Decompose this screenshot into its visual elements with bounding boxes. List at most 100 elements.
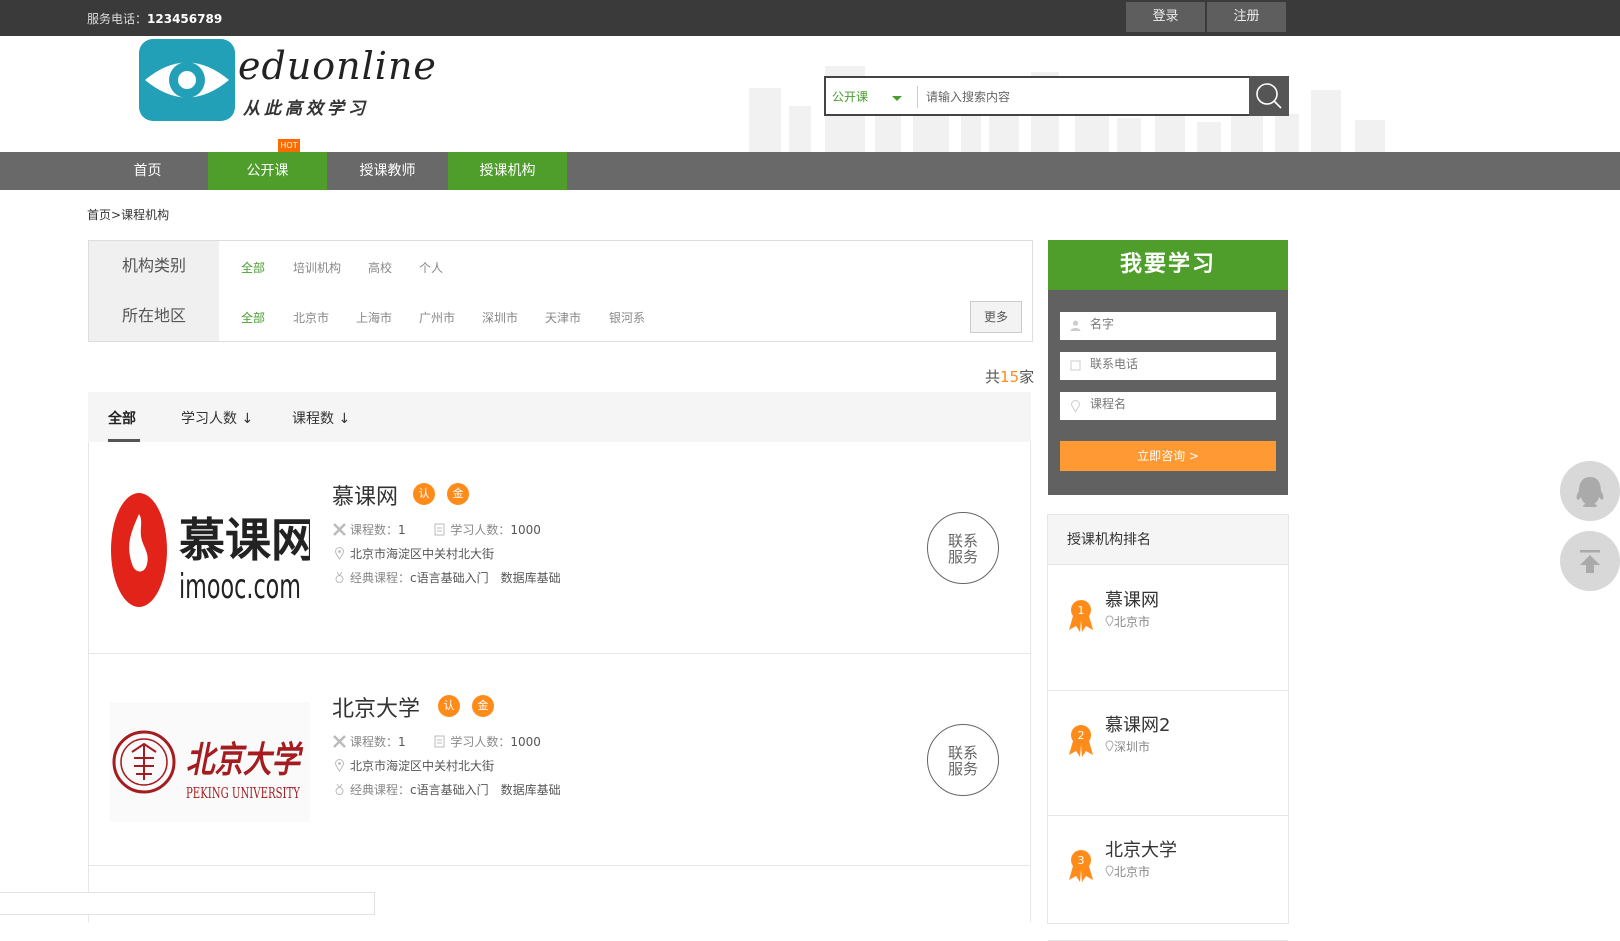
filter-type-individual[interactable]: 个人 [419,259,443,276]
nav-item-teachers[interactable]: 授课教师 [328,152,447,190]
filter-region-all[interactable]: 全部 [241,309,265,326]
top-bar: 服务电话：123456789 登录 注册 [0,0,1620,36]
ranking-city: 北京市 [1105,613,1150,630]
chevron-down-icon[interactable] [892,96,902,101]
tab-sort-students[interactable]: 学习人数 ↓ [181,408,253,428]
location-pin-icon [1105,615,1114,627]
ranking-name[interactable]: 北京大学 [1105,836,1177,862]
back-to-top-button[interactable] [1560,531,1620,591]
ranking-item[interactable]: 1 慕课网 北京市 [1048,566,1288,691]
filter-region-shanghai[interactable]: 上海市 [356,309,392,326]
result-count: 共15家 [985,368,1035,386]
filter-type-training[interactable]: 培训机构 [293,259,341,276]
breadcrumb: 首页>课程机构 [87,206,169,223]
imooc-logo-domain: imooc.com [179,567,301,607]
study-form: 我要学习 立即咨询 > [1048,240,1288,495]
medal-icon [335,783,344,795]
gold-badge-icon: 金 [447,483,469,505]
ranking-name[interactable]: 慕课网 [1105,586,1159,612]
institution-list: 慕课网 imooc.com 慕课网 认 金 课程数：1 学习人数：1000 北京… [88,442,1031,922]
name-field[interactable] [1060,312,1276,340]
user-icon [1070,320,1081,331]
register-button[interactable]: 注册 [1207,2,1286,32]
course-icon [333,735,346,748]
institution-name[interactable]: 北京大学 [332,691,420,723]
pku-logo-english: PEKING UNIVERSITY [186,784,301,802]
header: eduonline 从此高效学习 公开课 [0,36,1620,152]
institution-ranking: 授课机构排名 1 慕课网 北京市 2 慕课网2 深圳市 3 北京大学 北京市 [1047,514,1289,941]
classic-course-link[interactable]: c语言基础入门 [410,571,489,585]
classic-course-link[interactable]: c语言基础入门 [410,783,489,797]
institution-name[interactable]: 慕课网 [332,479,398,511]
ranking-item[interactable]: 3 北京大学 北京市 [1048,816,1288,941]
filter-type-university[interactable]: 高校 [368,259,392,276]
search-divider [917,86,918,108]
filter-type-all[interactable]: 全部 [241,259,265,276]
contact-service-button[interactable]: 联系 服务 [927,724,999,796]
certified-badge-icon: 认 [438,695,460,717]
search-button[interactable] [1249,76,1289,116]
filter-region-galaxy[interactable]: 银河系 [609,309,645,326]
location-pin-icon [334,759,345,772]
contact-service-button[interactable]: 联系 服务 [927,512,999,584]
sort-tabs: 全部 学习人数 ↓ 课程数 ↓ [88,392,1031,442]
nav-item-institutions[interactable]: 授课机构 [448,152,567,190]
qq-chat-button[interactable] [1560,461,1620,521]
filter-region-tianjin[interactable]: 天津市 [545,309,581,326]
search-category-select[interactable]: 公开课 [832,88,868,105]
breadcrumb-home-link[interactable]: 首页 [87,208,111,222]
ranking-item[interactable]: 2 慕课网2 深圳市 [1048,691,1288,816]
document-icon [434,735,445,748]
filter-panel: 机构类别 所在地区 全部 培训机构 高校 个人 全部 北京市 上海市 广州市 深… [88,240,1033,342]
search-bar: 公开课 [824,76,1289,116]
filter-region-guangzhou[interactable]: 广州市 [419,309,455,326]
more-button[interactable]: 更多 [970,301,1022,333]
filter-region-shenzhen[interactable]: 深圳市 [482,309,518,326]
svg-text:1: 1 [1078,604,1085,617]
imooc-logo[interactable]: 慕课网 imooc.com [110,490,310,610]
tab-sort-courses[interactable]: 课程数 ↓ [292,408,350,428]
filter-region-beijing[interactable]: 北京市 [293,309,329,326]
course-field[interactable] [1060,392,1276,420]
svg-text:2: 2 [1078,729,1085,742]
ranking-title: 授课机构排名 [1048,515,1288,565]
login-button[interactable]: 登录 [1126,2,1205,32]
institution-card[interactable]: 北京大学 PEKING UNIVERSITY 北京大学 认 金 课程数：1 学习… [89,654,1030,866]
pku-logo-text: 北京大学 [186,739,304,781]
breadcrumb-separator: > [111,208,122,222]
nav-item-home[interactable]: 首页 [88,152,207,190]
institution-stats: 课程数：1 学习人数：1000 [333,733,541,750]
qq-icon [1576,477,1604,507]
institution-address: 北京市海淀区中关村北大街 [333,757,494,774]
ranking-city: 深圳市 [1105,738,1150,755]
institution-stats: 课程数：1 学习人数：1000 [333,521,541,538]
ranking-city: 北京市 [1105,863,1150,880]
pku-logo[interactable]: 北京大学 PEKING UNIVERSITY [110,702,310,822]
ranking-name[interactable]: 慕课网2 [1105,711,1170,737]
nav-item-open-courses[interactable]: 公开课 [208,152,327,190]
imooc-logo-text: 慕课网 [179,513,310,567]
consult-now-button[interactable]: 立即咨询 > [1060,441,1276,471]
phone-input[interactable] [1090,357,1268,371]
course-input[interactable] [1090,397,1268,411]
institution-address: 北京市海淀区中关村北大街 [333,545,494,562]
main-nav: 首页 公开课 授课教师 授课机构 [0,152,1620,190]
brand-name: eduonline [238,44,437,88]
course-icon [333,523,346,536]
search-input[interactable] [926,86,1226,108]
service-phone: 服务电话：123456789 [87,12,223,26]
tab-all[interactable]: 全部 [108,408,136,428]
location-pin-icon [334,547,345,560]
location-pin-icon [1105,740,1114,752]
classic-course-link[interactable]: 数据库基础 [501,571,561,585]
bottom-overlay-panel [0,892,375,915]
arrow-up-icon [1580,550,1600,573]
name-input[interactable] [1090,317,1268,331]
rank-medal-icon: 3 [1069,850,1093,882]
rank-medal-icon: 2 [1069,725,1093,757]
classic-course-link[interactable]: 数据库基础 [501,783,561,797]
phone-field[interactable] [1060,352,1276,380]
institution-card[interactable]: 慕课网 imooc.com 慕课网 认 金 课程数：1 学习人数：1000 北京… [89,442,1030,654]
institution-classic-courses: 经典课程：c语言基础入门 数据库基础 [333,569,561,586]
institution-classic-courses: 经典课程：c语言基础入门 数据库基础 [333,781,561,798]
